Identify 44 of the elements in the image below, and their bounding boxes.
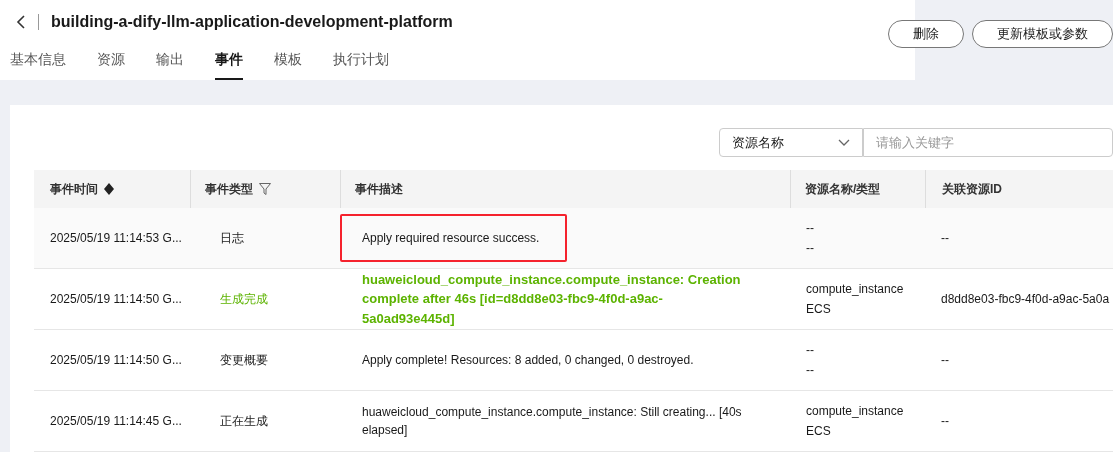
event-description: huaweicloud_compute_instance.compute_instance: Still creating... [40s elapsed] (361, 404, 743, 439)
table-cell: d8dd8e03-fbc9-4f0d-a9ac-5a0a (941, 292, 1110, 306)
table-cell-text: -- (806, 240, 815, 257)
tab[interactable]: 事件 (215, 49, 243, 80)
action-button[interactable]: 删除 (888, 20, 964, 48)
tab[interactable]: 执行计划 (333, 49, 389, 80)
table-cell-text: -- (806, 362, 815, 379)
event-type: 生成完成 (220, 292, 268, 306)
page-title: building-a-dify-llm-application-development-platform (51, 12, 453, 32)
table-cell: -- (941, 231, 949, 245)
tab[interactable]: 基本信息 (10, 49, 66, 80)
table-cell-text: ECS (806, 423, 832, 440)
column-header: 资源名称/类型 (805, 181, 881, 198)
back-icon[interactable] (16, 15, 26, 29)
column-header: 事件时间 (50, 181, 98, 198)
event-type: 正在生成 (220, 414, 268, 428)
highlight-frame: Apply required resource success. (340, 214, 567, 262)
sort-icon[interactable] (104, 183, 114, 195)
table-cell: 2025/05/19 11:14:50 G... (50, 292, 182, 306)
table-cell: -- (941, 353, 949, 367)
tab[interactable]: 资源 (97, 49, 125, 80)
table-cell-text: -- (806, 342, 815, 359)
event-type: 变更概要 (220, 353, 268, 367)
tab[interactable]: 模板 (274, 49, 302, 80)
table-cell-text: compute_instance (806, 403, 905, 420)
event-type: 日志 (220, 231, 244, 245)
tab[interactable]: 输出 (156, 49, 184, 80)
filter-icon[interactable] (259, 183, 271, 195)
table-cell-text: compute_instance (806, 281, 905, 298)
resource-select[interactable]: 资源名称 (719, 128, 863, 157)
table-cell: 2025/05/19 11:14:53 G... (50, 231, 182, 245)
column-header: 事件描述 (355, 181, 403, 198)
chevron-down-icon (838, 139, 850, 146)
event-description: Apply complete! Resources: 8 added, 0 changed, 0 destroyed. (361, 352, 695, 369)
table-cell: 2025/05/19 11:14:50 G... (50, 353, 182, 367)
search-field[interactable]: 请输入关键字 (863, 128, 1113, 157)
table-cell-text: ECS (806, 301, 832, 318)
column-header: 事件类型 (205, 181, 253, 198)
action-button[interactable]: 更新模板或参数 (972, 20, 1113, 48)
event-description: huaweicloud_compute_instance.compute_instance: Creation complete after 46s [id=d8dd8e03-fbc9-4f0d-a9ac-5a0ad93e445d] (361, 270, 742, 328)
table-cell-text: -- (806, 220, 815, 237)
column-header: 关联资源ID (942, 181, 1002, 198)
table-cell: -- (941, 414, 949, 428)
table-cell: 2025/05/19 11:14:45 G... (50, 414, 182, 428)
